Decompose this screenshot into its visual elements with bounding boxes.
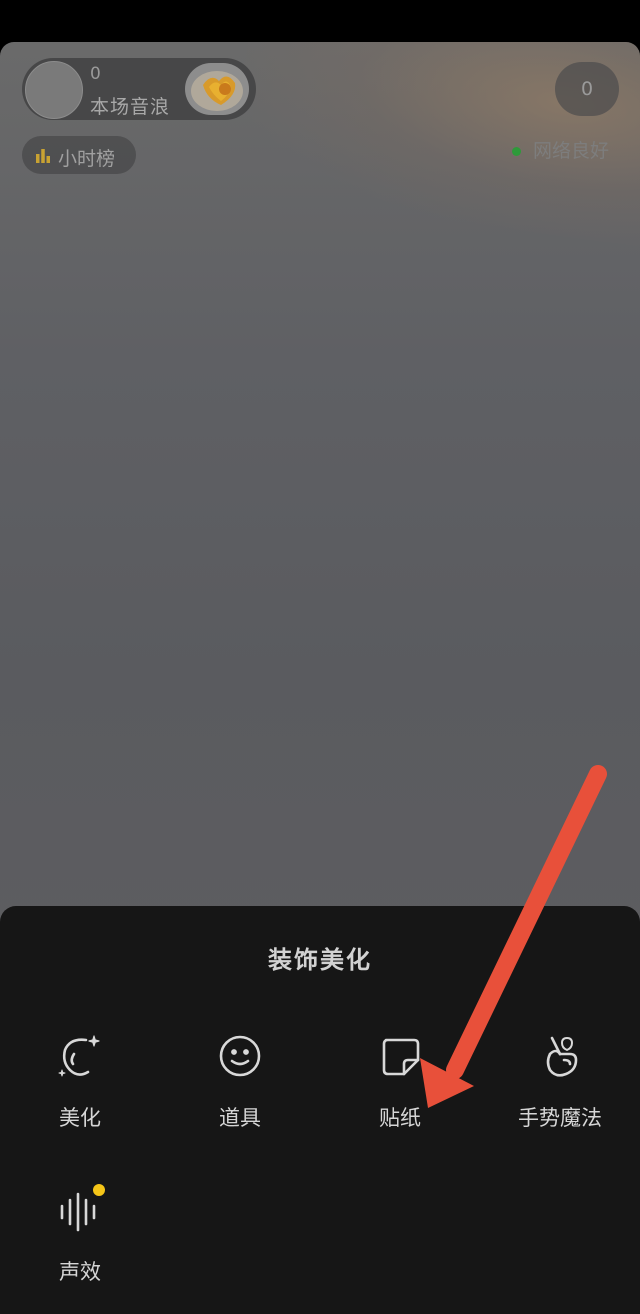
tool-sticker[interactable]: 贴纸: [320, 1032, 480, 1132]
new-badge-dot: [93, 1184, 105, 1196]
smiley-icon: [219, 1035, 261, 1077]
sound-wave-label: 本场音浪: [90, 96, 171, 118]
gift-badge-icon[interactable]: [185, 63, 249, 115]
tool-sound-effects[interactable]: 声效: [0, 1184, 160, 1286]
tool-beautify[interactable]: 美化: [0, 1032, 160, 1132]
network-status-label: 网络良好: [533, 140, 610, 162]
live-preview: 0 本场音浪 0 小时榜 网络良好: [0, 42, 640, 942]
bar-chart-icon: [36, 149, 50, 163]
anchor-avatar[interactable]: [25, 61, 83, 119]
tool-gesture-magic-label: 手势魔法: [518, 1106, 602, 1130]
face-sparkle-icon: [58, 1035, 100, 1077]
hand-gesture-icon: [546, 1036, 578, 1077]
tool-props[interactable]: 道具: [160, 1032, 320, 1132]
anchor-info-pill[interactable]: 0 本场音浪: [22, 58, 256, 120]
tool-props-label: 道具: [219, 1106, 261, 1130]
tool-sound-effects-label: 声效: [59, 1260, 101, 1284]
hourly-rank-label: 小时榜: [58, 148, 116, 170]
hourly-rank-button[interactable]: 小时榜: [22, 136, 136, 174]
viewer-count-badge[interactable]: 0: [555, 62, 619, 116]
decoration-sheet: 装饰美化 美化 道具 贴纸 手势魔法 声效: [0, 906, 640, 1314]
sticker-icon: [382, 1038, 420, 1076]
network-status: 网络良好: [512, 136, 609, 162]
tool-sticker-label: 贴纸: [379, 1106, 421, 1130]
network-status-dot: [512, 147, 521, 156]
sound-wave-count: 0: [90, 64, 101, 84]
tool-gesture-magic[interactable]: 手势魔法: [480, 1032, 640, 1132]
sheet-title: 装饰美化: [268, 946, 372, 974]
tool-beautify-label: 美化: [59, 1106, 101, 1130]
